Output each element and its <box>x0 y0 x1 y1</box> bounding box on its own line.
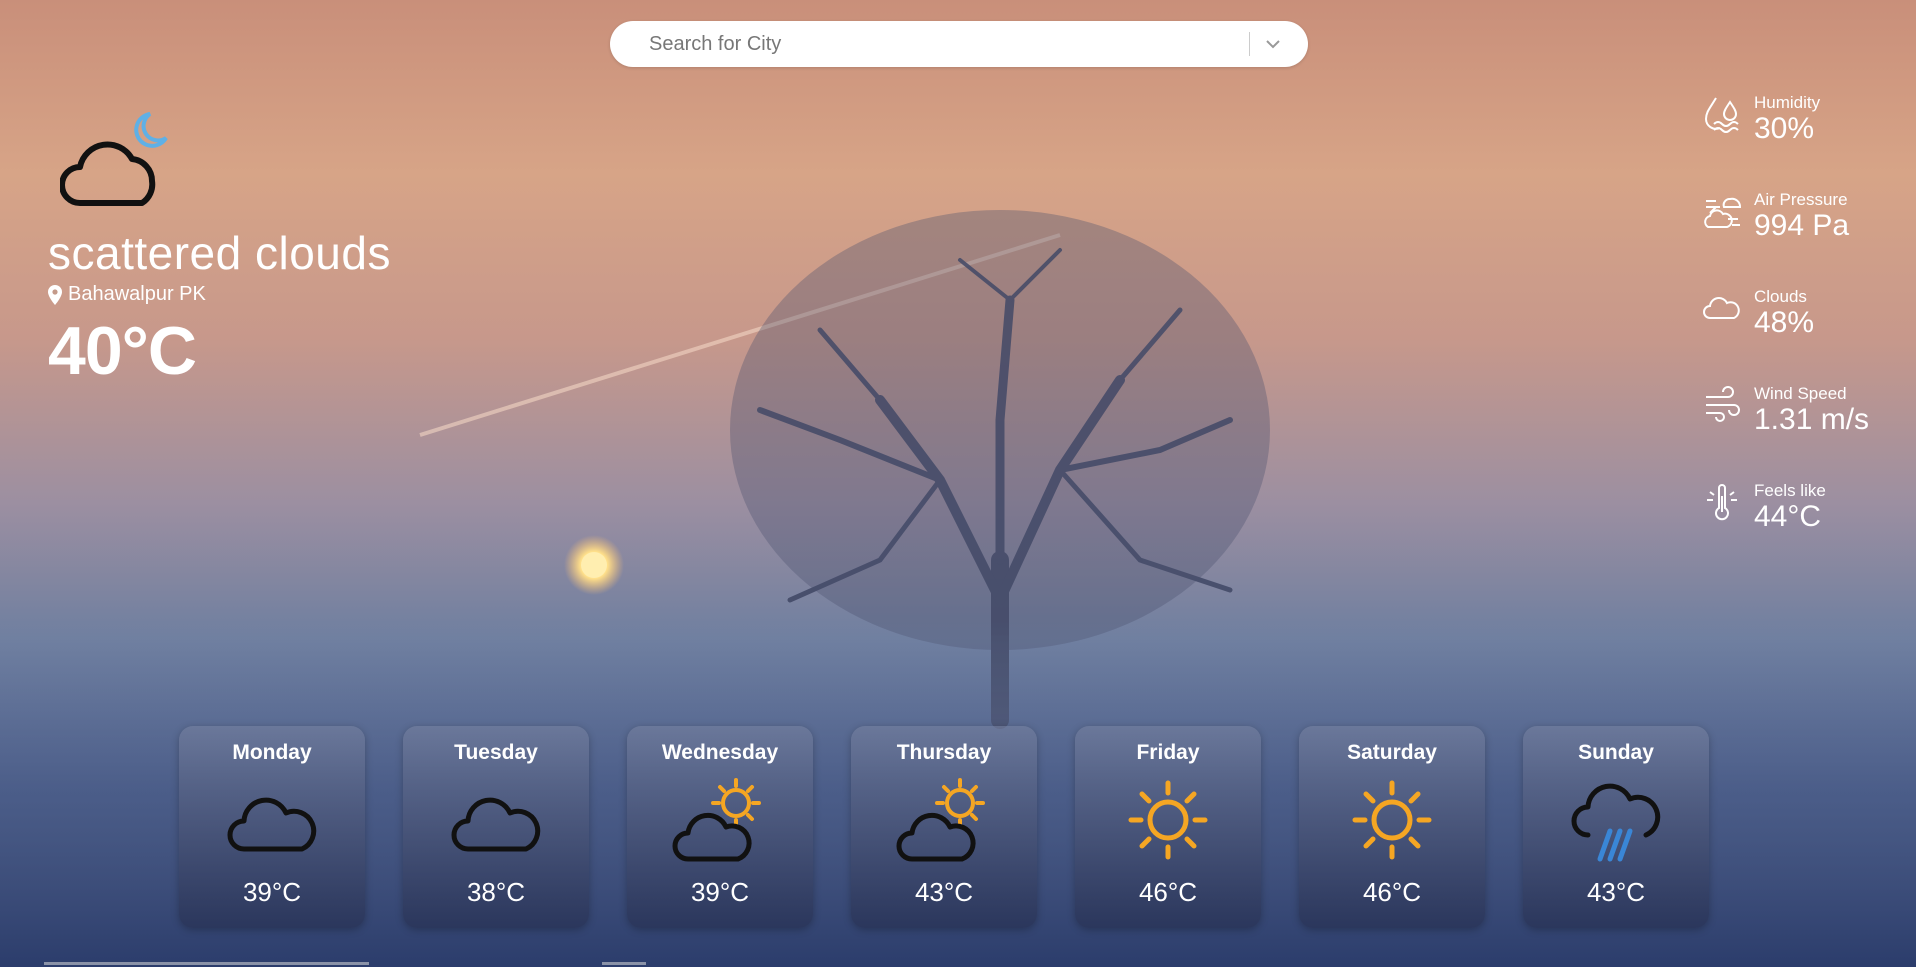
thermometer-icon <box>1707 484 1737 521</box>
stat-humidity: Humidity 30% <box>1702 93 1869 190</box>
stat-label: Clouds <box>1754 287 1807 306</box>
weather-stats: Humidity 30% Air Pressure 994 Pa Clouds … <box>1702 93 1869 578</box>
stat-air-pressure: Air Pressure 994 Pa <box>1702 190 1869 287</box>
sun-icon <box>1352 780 1432 860</box>
forecast-card-friday[interactable]: Friday 46°C <box>1075 726 1261 928</box>
forecast-card-saturday[interactable]: Saturday 46°C <box>1299 726 1485 928</box>
sun-cloud-icon <box>896 778 985 862</box>
forecast-day-name: Sunday <box>1578 741 1654 764</box>
cloud-icon <box>451 797 541 852</box>
forecast-day-name: Friday <box>1136 741 1200 764</box>
sun-icon <box>1128 780 1208 860</box>
location-label: Bahawalpur PK <box>68 283 206 306</box>
forecast-card-thursday[interactable]: Thursday 43°C <box>851 726 1037 928</box>
forecast-card-wednesday[interactable]: Wednesday 39°C <box>627 726 813 928</box>
forecast-card-tuesday[interactable]: Tuesday 38°C <box>403 726 589 928</box>
rain-cloud-icon <box>1571 783 1661 862</box>
forecast-temperature: 46°C <box>1362 877 1422 907</box>
forecast-day-name: Monday <box>232 741 312 764</box>
forecast-day-name: Thursday <box>896 741 992 764</box>
sun-cloud-icon <box>672 778 761 862</box>
forecast-card-sunday[interactable]: Sunday 43°C <box>1523 726 1709 928</box>
forecast-day-name: Tuesday <box>454 741 538 764</box>
location-pin-icon <box>48 284 62 305</box>
stat-value: 994 Pa <box>1754 209 1850 242</box>
stat-wind-speed: Wind Speed 1.31 m/s <box>1702 384 1869 481</box>
weekly-forecast: Monday 39°C Tuesday 38°C Wednesday 39°C … <box>179 726 1709 928</box>
search-input[interactable] <box>647 31 1239 57</box>
city-search-bar[interactable] <box>610 21 1308 67</box>
stat-value: 44°C <box>1754 500 1822 533</box>
forecast-temperature: 43°C <box>1586 877 1646 907</box>
forecast-day-name: Wednesday <box>661 741 779 764</box>
humidity-icon <box>1704 97 1739 133</box>
forecast-temperature: 39°C <box>242 877 302 907</box>
current-weather: scattered clouds Bahawalpur PK 40°C <box>48 108 391 390</box>
cloud-moon-icon <box>59 112 168 206</box>
wind-icon <box>1706 386 1740 422</box>
stat-label: Wind Speed <box>1754 384 1847 403</box>
forecast-temperature: 38°C <box>466 877 526 907</box>
forecast-temperature: 39°C <box>690 877 750 907</box>
stat-value: 48% <box>1754 306 1815 339</box>
location: Bahawalpur PK <box>48 283 391 306</box>
forecast-card-monday[interactable]: Monday 39°C <box>179 726 365 928</box>
stat-clouds: Clouds 48% <box>1702 287 1869 384</box>
cloud-icon <box>1703 297 1740 319</box>
forecast-temperature: 46°C <box>1138 877 1198 907</box>
stat-label: Humidity <box>1754 93 1821 112</box>
forecast-day-name: Saturday <box>1347 741 1437 764</box>
scrollbar-segment[interactable] <box>602 962 646 965</box>
weather-description: scattered clouds <box>48 227 391 279</box>
stat-label: Feels like <box>1754 481 1826 500</box>
current-temperature: 40°C <box>48 313 197 390</box>
stat-feels-like: Feels like 44°C <box>1702 481 1869 578</box>
air-pressure-icon <box>1704 197 1741 228</box>
stat-value: 30% <box>1754 112 1815 145</box>
search-separator <box>1249 32 1250 56</box>
stat-label: Air Pressure <box>1754 190 1848 209</box>
cloud-icon <box>227 797 317 852</box>
stat-value: 1.31 m/s <box>1754 403 1870 436</box>
forecast-temperature: 43°C <box>914 877 974 907</box>
scrollbar[interactable] <box>44 962 369 965</box>
chevron-down-icon[interactable] <box>1264 35 1282 53</box>
